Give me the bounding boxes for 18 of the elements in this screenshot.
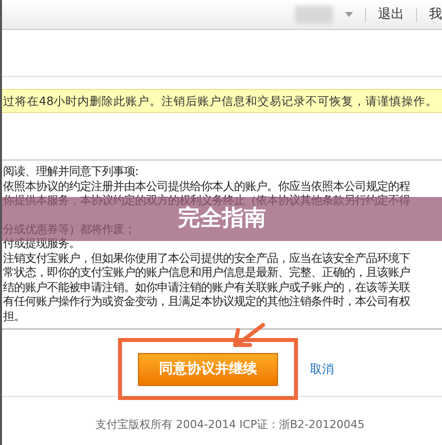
terms-line: 付或提现服务。 [3,237,81,252]
terms-line: 有任何账户操作行为或资金变动，且满足本协议规定的其他注销条件时，本公司有权 [3,295,411,310]
cancel-link[interactable]: 取消 [310,360,334,378]
terms-line: 常状态，即你的支付宝账户的账户信息和用户信息是最新、完整、正确的，且该账户 [3,266,411,280]
terms-line: 注销支付宝账户，但如果你使用了本公司提供的安全产品，应当在该安全产品环境下 [3,252,411,266]
terms-line: 分或优惠券等）都将作废； [3,222,136,237]
warning-notice: 过将在48小时内删除此账户。注销后账户信息和交易记录不可恢复，请谨慎操作。 [2,89,442,113]
dropdown-caret-icon[interactable] [345,12,353,17]
terms-line: 依照本协议的约定注册并由本公司提供给你本人的账户。你应当依照本公司规定的程 [3,180,412,194]
banner-title: 完全指南 [178,208,266,230]
header-link[interactable]: 我 [429,4,442,24]
terms-line: 结的账户不能被申请注销。如你申请注销的账户有关联账户或子账户的，在该等关联 [3,280,411,295]
terms-line: 你提供本服务，本协议约定的双方的权利义务终止（依本协议其他条款另行约定不得 [3,194,411,207]
header-link[interactable]: 退出 [378,4,404,24]
terms-line: 阅读、理解并同意下列事项: [3,165,140,180]
copyright-text: 支付宝版权所有 2004-2014 ICP证：浙B2-20120045 [94,417,366,433]
username-blur [295,6,333,24]
terms-line: 担。 [3,310,26,324]
